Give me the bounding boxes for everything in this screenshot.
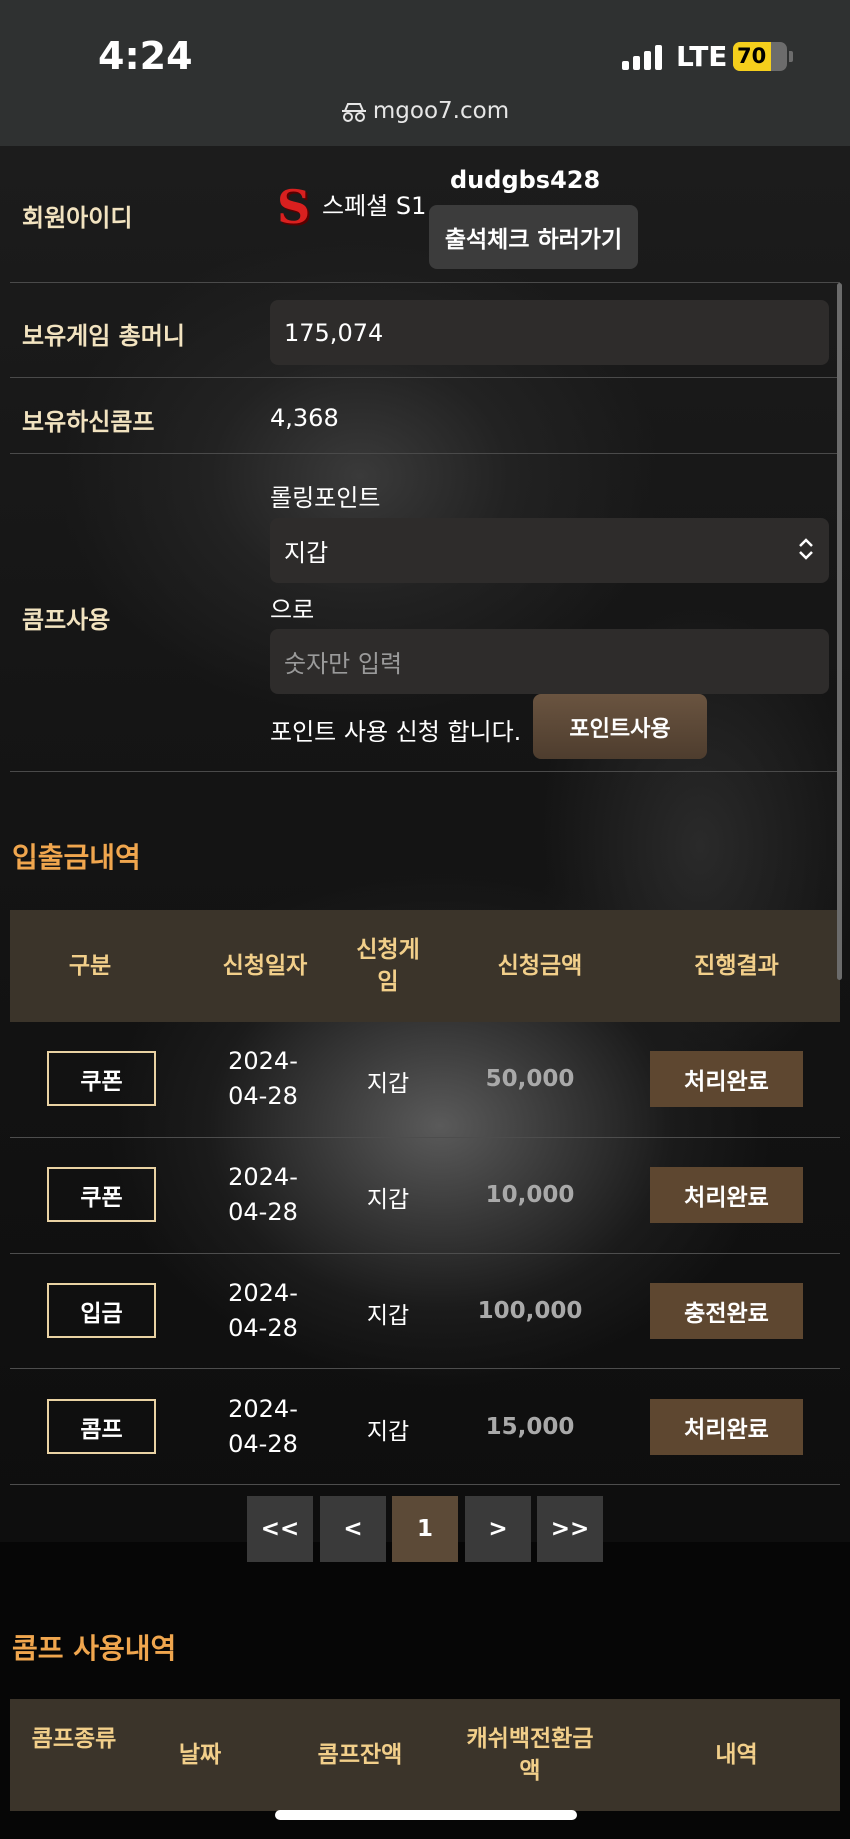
level-logo-icon: S bbox=[277, 180, 311, 234]
comp-label: 보유하신콤프 bbox=[22, 408, 155, 436]
status-badge: 처리완료 bbox=[650, 1399, 803, 1455]
battery-tip bbox=[789, 51, 793, 62]
status-badge: 처리완료 bbox=[650, 1051, 803, 1107]
col-comp-balance: 콤프잔액 bbox=[317, 1742, 403, 1768]
point-amount-placeholder: 숫자만 입력 bbox=[284, 650, 403, 678]
table-row-divider bbox=[10, 1484, 840, 1485]
col-comp-date: 날짜 bbox=[178, 1742, 222, 1768]
attendance-button[interactable]: 출석체크 하러가기 bbox=[429, 205, 638, 269]
page-next-button[interactable]: > bbox=[465, 1496, 531, 1562]
comp-history-table-header: 콤프종류 날짜 콤프잔액 캐쉬백전환금액 내역 bbox=[10, 1699, 840, 1811]
col-result: 진행결과 bbox=[694, 953, 779, 979]
page-first-button[interactable]: << bbox=[247, 1496, 313, 1562]
history-table-header: 구분 신청일자 신청게임 신청금액 진행결과 bbox=[10, 910, 840, 1022]
signal-icon bbox=[622, 44, 662, 70]
type-badge: 쿠폰 bbox=[47, 1167, 156, 1222]
type-badge: 쿠폰 bbox=[47, 1051, 156, 1106]
money-value: 175,074 bbox=[284, 318, 384, 347]
comp-use-label: 콤프사용 bbox=[22, 606, 111, 634]
row-amount: 50,000 bbox=[485, 1066, 575, 1092]
page-last-button[interactable]: >> bbox=[537, 1496, 603, 1562]
table-row-divider bbox=[10, 1253, 840, 1254]
status-bar: 4:24 LTE 70 mgoo7.com bbox=[0, 0, 850, 146]
row-date-md: 04-28 bbox=[228, 1082, 298, 1110]
row-date-md: 04-28 bbox=[228, 1314, 298, 1342]
money-label: 보유게임 총머니 bbox=[22, 322, 185, 350]
row-date-md: 04-28 bbox=[228, 1430, 298, 1458]
table-row-divider bbox=[10, 1137, 840, 1138]
col-game: 신청게임 bbox=[356, 937, 420, 995]
row-date-year: 2024- bbox=[228, 1395, 298, 1423]
member-id-label: 회원아이디 bbox=[22, 204, 133, 232]
col-date: 신청일자 bbox=[222, 953, 308, 979]
col-detail: 내역 bbox=[715, 1742, 758, 1768]
row-date-year: 2024- bbox=[228, 1163, 298, 1191]
member-level: 스페셜 S1 bbox=[322, 192, 427, 220]
divider bbox=[10, 282, 840, 283]
status-badge: 처리완료 bbox=[650, 1167, 803, 1223]
history-title: 입출금내역 bbox=[12, 841, 141, 874]
row-game: 지갑 bbox=[366, 1071, 410, 1097]
row-date-md: 04-28 bbox=[228, 1198, 298, 1226]
page-current-button[interactable]: 1 bbox=[392, 1496, 458, 1562]
comp-value: 4,368 bbox=[270, 404, 339, 432]
url-domain: mgoo7.com bbox=[372, 98, 510, 124]
col-type: 구분 bbox=[68, 953, 112, 979]
rolling-point-label: 롤링포인트 bbox=[270, 484, 381, 512]
status-time: 4:24 bbox=[98, 34, 193, 78]
row-date-year: 2024- bbox=[228, 1047, 298, 1075]
row-amount: 15,000 bbox=[485, 1414, 575, 1440]
type-badge: 입금 bbox=[47, 1283, 156, 1338]
divider bbox=[10, 377, 840, 378]
table-row-divider bbox=[10, 1368, 840, 1369]
battery-icon: 70 bbox=[733, 42, 787, 71]
status-badge: 충전완료 bbox=[650, 1283, 803, 1339]
divider bbox=[10, 771, 840, 772]
col-amount: 신청금액 bbox=[497, 953, 583, 979]
comp-history-title: 콤프 사용내역 bbox=[12, 1632, 177, 1665]
to-label: 으로 bbox=[270, 596, 315, 624]
divider bbox=[10, 453, 840, 454]
apply-text: 포인트 사용 신청 합니다. bbox=[270, 718, 522, 746]
col-cashback: 캐쉬백전환금액 bbox=[466, 1726, 594, 1784]
row-date-year: 2024- bbox=[228, 1279, 298, 1307]
col-comp-kind: 콤프종류 bbox=[31, 1726, 117, 1752]
wallet-select-value: 지갑 bbox=[284, 539, 329, 567]
url-bar[interactable]: mgoo7.com bbox=[0, 98, 850, 124]
row-amount: 10,000 bbox=[485, 1182, 575, 1208]
wallet-select[interactable]: 지갑 bbox=[270, 518, 829, 583]
type-badge: 콤프 bbox=[47, 1399, 156, 1454]
username: dudgbs428 bbox=[450, 166, 601, 194]
row-amount: 100,000 bbox=[477, 1298, 583, 1324]
point-amount-input[interactable]: 숫자만 입력 bbox=[270, 629, 829, 694]
home-indicator[interactable] bbox=[275, 1810, 577, 1820]
battery-level: 70 bbox=[737, 44, 767, 68]
use-point-button[interactable]: 포인트사용 bbox=[533, 694, 707, 759]
scrollbar[interactable] bbox=[837, 283, 842, 980]
money-field: 175,074 bbox=[270, 300, 829, 365]
network-label: LTE bbox=[676, 40, 728, 73]
incognito-icon bbox=[341, 102, 366, 122]
row-game: 지갑 bbox=[366, 1187, 410, 1213]
page-prev-button[interactable]: < bbox=[320, 1496, 386, 1562]
row-game: 지갑 bbox=[366, 1419, 410, 1445]
chevron-updown-icon bbox=[799, 538, 813, 560]
row-game: 지갑 bbox=[366, 1303, 410, 1329]
